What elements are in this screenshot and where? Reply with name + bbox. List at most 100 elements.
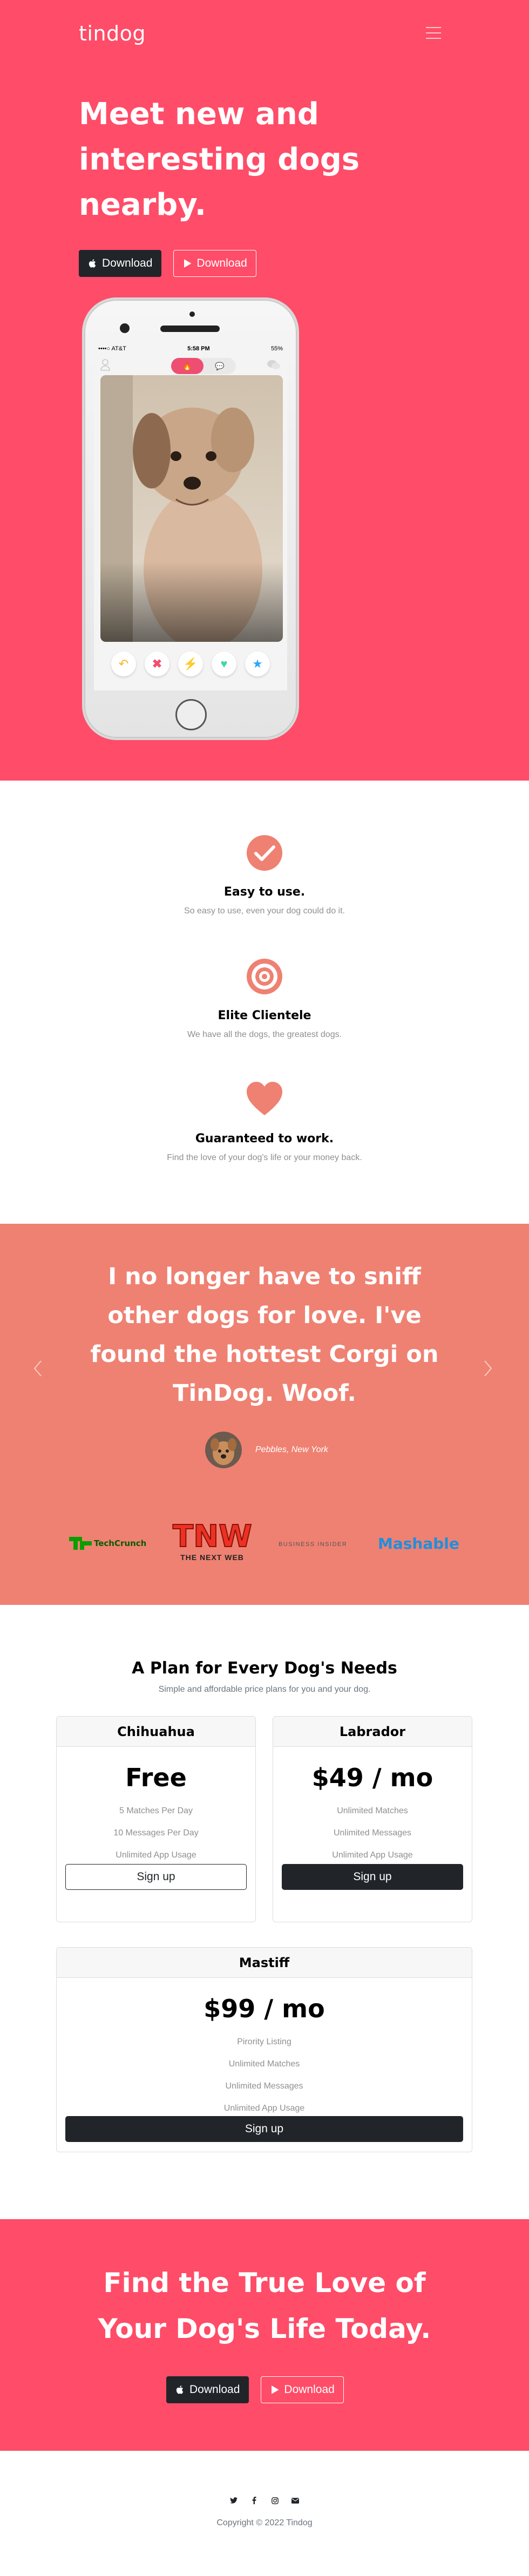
app-mode-toggle[interactable]: 🔥 💬 xyxy=(171,358,236,374)
plan-feature: Unlimited Messages xyxy=(333,1828,412,1838)
feature-text: Find the love of your dog's life or your… xyxy=(167,1153,362,1162)
cta-section: Find the True Love of Your Dog's Life To… xyxy=(0,2219,529,2451)
apple-download-label: Download xyxy=(102,257,153,269)
feature-title: Guaranteed to work. xyxy=(195,1132,334,1145)
instagram-icon[interactable] xyxy=(270,2496,279,2505)
apple-icon xyxy=(176,2385,184,2394)
pricing-section: A Plan for Every Dog's Needs Simple and … xyxy=(0,1605,529,2219)
tnw-logo: TNW THE NEXT WEB xyxy=(172,1519,253,1562)
profile-icon[interactable] xyxy=(100,359,110,371)
signup-button-labrador[interactable]: Sign up xyxy=(282,1864,463,1890)
social-links xyxy=(0,2496,529,2505)
hero-title: Meet new and interesting dogs nearby. xyxy=(79,97,360,222)
hamburger-icon[interactable] xyxy=(426,27,441,39)
plan-feature: Unlimited App Usage xyxy=(332,1850,413,1860)
cta-google-play-download-label: Download xyxy=(284,2383,335,2396)
feature-guaranteed: Guaranteed to work. Find the love of you… xyxy=(0,1082,529,1163)
plan-name: Labrador xyxy=(273,1717,472,1747)
plan-feature: 5 Matches Per Day xyxy=(119,1806,193,1815)
plan-feature: Unlimited Matches xyxy=(337,1806,408,1815)
plan-price: $49 / mo xyxy=(311,1763,433,1792)
cta-apple-download-button[interactable]: Download xyxy=(166,2376,249,2403)
flame-icon[interactable]: 🔥 xyxy=(171,358,204,374)
plan-feature: Pirority Listing xyxy=(237,2037,291,2046)
cta-google-play-download-button[interactable]: Download xyxy=(261,2376,344,2403)
phone-status-bar: ••••○ AT&T 5:58 PM 55% xyxy=(94,344,287,354)
super-like-icon[interactable]: ★ xyxy=(245,652,270,676)
pricing-subtitle: Simple and affordable price plans for yo… xyxy=(158,1685,371,1694)
phone-camera xyxy=(189,311,195,317)
plan-feature: Unlimited Messages xyxy=(225,2082,303,2091)
feature-text: So easy to use, even your dog could do i… xyxy=(184,906,345,916)
phone-home-button xyxy=(175,699,207,730)
footer: Copyright © 2022 Tindog xyxy=(0,2451,529,2576)
feature-title: Elite Clientele xyxy=(218,1009,311,1022)
plan-feature: 10 Messages Per Day xyxy=(113,1828,199,1838)
plan-card-chihuahua: Chihuahua Free 5 Matches Per Day 10 Mess… xyxy=(56,1716,256,1922)
phone-speaker xyxy=(160,326,220,332)
check-circle-icon xyxy=(247,835,282,871)
apple-download-button[interactable]: Download xyxy=(79,250,162,277)
feature-text: We have all the dogs, the greatest dogs. xyxy=(187,1030,342,1039)
swipe-action-row: ↶ ✖ ⚡ ♥ ★ xyxy=(94,652,287,676)
cta-download-buttons: Download Download xyxy=(166,2376,344,2403)
mashable-logo: Mashable xyxy=(378,1535,459,1553)
plan-price: $99 / mo xyxy=(204,1994,325,2023)
signup-button-chihuahua[interactable]: Sign up xyxy=(65,1864,247,1890)
app-top-bar: 🔥 💬 xyxy=(94,354,287,375)
cta-apple-download-label: Download xyxy=(189,2383,240,2396)
carousel-next-icon[interactable] xyxy=(481,1358,494,1379)
facebook-icon[interactable] xyxy=(250,2496,259,2505)
hero-section: tindog Meet new and interesting dogs nea… xyxy=(0,0,529,781)
plan-name: Mastiff xyxy=(57,1948,472,1978)
plan-features: Unlimited Matches Unlimited Messages Unl… xyxy=(273,1800,472,1866)
plan-feature: Unlimited App Usage xyxy=(116,1850,196,1860)
boost-icon[interactable]: ⚡ xyxy=(178,652,203,676)
phone-time: 5:58 PM xyxy=(187,345,210,352)
plan-card-labrador: Labrador $49 / mo Unlimited Matches Unli… xyxy=(273,1716,472,1922)
like-icon[interactable]: ♥ xyxy=(212,652,236,676)
phone-carrier: ••••○ AT&T xyxy=(98,345,126,352)
hero-download-buttons: Download Download xyxy=(79,250,256,277)
bullseye-icon xyxy=(247,959,282,994)
messages-icon[interactable] xyxy=(267,359,281,371)
google-play-icon xyxy=(272,2385,279,2394)
testimonial-quote: I no longer have to sniff other dogs for… xyxy=(90,1263,439,1407)
tnw-mark: TNW xyxy=(172,1519,253,1554)
plan-feature: Unlimited Matches xyxy=(228,2059,300,2069)
twitter-icon[interactable] xyxy=(229,2496,238,2505)
feature-elite-clientele: Elite Clientele We have all the dogs, th… xyxy=(0,959,529,1040)
tnw-name: THE NEXT WEB xyxy=(180,1553,244,1562)
google-play-download-button[interactable]: Download xyxy=(173,250,256,277)
plan-name: Chihuahua xyxy=(57,1717,255,1747)
pricing-title: A Plan for Every Dog's Needs xyxy=(132,1659,397,1678)
features-section: Easy to use. So easy to use, even your d… xyxy=(0,781,529,1224)
business-insider-logo: BUSINESS INSIDER xyxy=(279,1541,348,1548)
techcrunch-name: TechCrunch xyxy=(94,1538,147,1548)
phone-screen: ••••○ AT&T 5:58 PM 55% 🔥 💬 ↶ ✖ ⚡ ♥ ★ xyxy=(94,344,287,690)
heart-icon xyxy=(247,1082,282,1115)
undo-icon[interactable]: ↶ xyxy=(111,652,136,676)
phone-battery: 55% xyxy=(270,345,283,352)
nope-icon[interactable]: ✖ xyxy=(145,652,169,676)
plan-card-mastiff: Mastiff $99 / mo Pirority Listing Unlimi… xyxy=(56,1947,472,2152)
press-logos: TechCrunch TNW THE NEXT WEB BUSINESS INS… xyxy=(0,1519,529,1569)
google-play-download-label: Download xyxy=(196,257,247,269)
signup-button-mastiff[interactable]: Sign up xyxy=(65,2116,463,2142)
plan-features: 5 Matches Per Day 10 Messages Per Day Un… xyxy=(57,1800,255,1866)
google-play-icon xyxy=(184,259,192,268)
techcrunch-mark-icon xyxy=(69,1537,92,1550)
phone-sensor xyxy=(120,323,130,333)
dog-photo-card[interactable] xyxy=(100,375,283,642)
apple-icon xyxy=(89,259,96,268)
feature-easy-to-use: Easy to use. So easy to use, even your d… xyxy=(0,835,529,916)
testimonials-section: I no longer have to sniff other dogs for… xyxy=(0,1224,529,1605)
plan-price: Free xyxy=(125,1763,187,1792)
email-icon[interactable] xyxy=(291,2496,300,2505)
plan-features: Pirority Listing Unlimited Matches Unlim… xyxy=(57,2031,472,2119)
brand-logo[interactable]: tindog xyxy=(79,22,146,45)
carousel-prev-icon[interactable] xyxy=(31,1358,44,1379)
cta-title: Find the True Love of Your Dog's Life To… xyxy=(98,2267,431,2344)
techcrunch-logo: TechCrunch xyxy=(69,1537,146,1550)
chat-bubble-icon[interactable]: 💬 xyxy=(204,358,236,374)
